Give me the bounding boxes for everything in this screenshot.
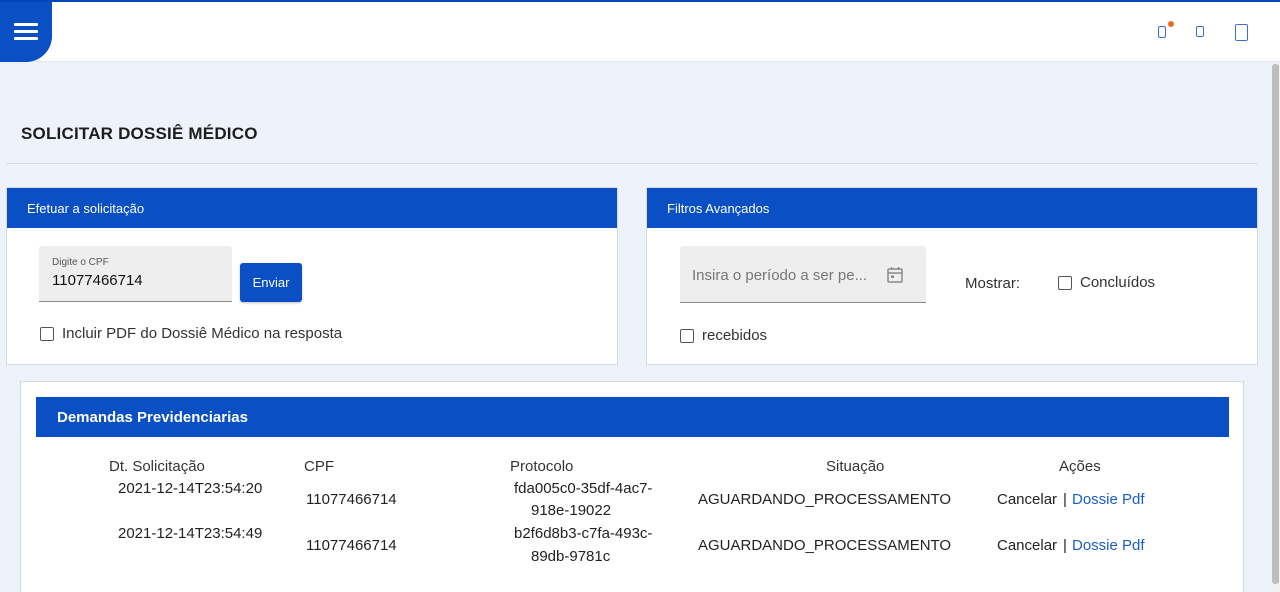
row1-protocol-line1: fda005c0-35df-4ac7- <box>514 480 653 497</box>
row2-status: AGUARDANDO_PROCESSAMENTO <box>698 537 952 554</box>
menu-button[interactable] <box>0 2 52 62</box>
send-button[interactable]: Enviar <box>240 263 302 302</box>
row1-date: 2021-12-14T23:54:20 <box>118 480 263 497</box>
device-icon[interactable] <box>1196 26 1204 37</box>
row1-cpf: 11077466714 <box>306 491 397 508</box>
concluidos-label: Concluídos <box>1080 274 1156 291</box>
column-header-date: Dt. Solicitação <box>109 458 205 475</box>
row2-cancel-link[interactable]: Cancelar <box>997 537 1057 554</box>
row2-cpf: 11077466714 <box>306 537 397 554</box>
row2-dossie-pdf-link[interactable]: Dossie Pdf <box>1072 537 1145 554</box>
scrollbar[interactable] <box>1271 62 1280 592</box>
notifications-icon[interactable] <box>1158 26 1166 38</box>
notification-badge <box>1168 21 1174 27</box>
include-pdf-checkbox[interactable]: Incluir PDF do Dossiê Médico na resposta <box>40 325 342 342</box>
cpf-field[interactable]: Digite o CPF 11077466714 <box>39 246 232 302</box>
hamburger-menu-icon <box>14 23 38 41</box>
column-header-cpf: CPF <box>304 458 334 475</box>
include-pdf-label: Incluir PDF do Dossiê Médico na resposta <box>62 325 343 342</box>
checkbox-box[interactable] <box>1058 275 1072 290</box>
top-bar <box>0 0 1280 62</box>
row1-protocol-line2: 918e-19022 <box>531 502 612 519</box>
row1-dossie-pdf-link[interactable]: Dossie Pdf <box>1072 491 1145 508</box>
column-header-protocol: Protocolo <box>510 458 574 475</box>
column-header-actions: Ações <box>1059 458 1101 475</box>
period-placeholder: Insira o período a ser pe... <box>692 267 868 284</box>
demands-table-header: Demandas Previdenciarias <box>36 397 1229 437</box>
mostrar-label: Mostrar: <box>965 275 1021 292</box>
row1-cancel-link[interactable]: Cancelar <box>997 491 1057 508</box>
filters-card: Filtros Avançados Insira o período a ser… <box>646 187 1258 365</box>
row1-separator: | <box>1063 491 1067 508</box>
cpf-input[interactable]: 11077466714 <box>52 272 143 289</box>
tablet-icon[interactable] <box>1235 24 1248 41</box>
row2-protocol-line1: b2f6d8b3-c7fa-493c- <box>514 525 653 542</box>
recebidos-checkbox[interactable]: recebidos <box>680 327 767 344</box>
scrollbar-thumb[interactable] <box>1272 64 1279 584</box>
demands-table-card: Demandas Previdenciarias Dt. Solicitação… <box>20 381 1244 592</box>
concluidos-checkbox[interactable]: Concluídos <box>1058 274 1155 291</box>
cpf-field-label: Digite o CPF <box>52 257 109 268</box>
checkbox-box[interactable] <box>680 328 694 343</box>
checkbox-box[interactable] <box>40 326 54 341</box>
row1-status: AGUARDANDO_PROCESSAMENTO <box>698 491 952 508</box>
filters-card-header: Filtros Avançados <box>647 188 1257 228</box>
page-title: SOLICITAR DOSSIÊ MÉDICO <box>21 124 258 143</box>
request-card-header: Efetuar a solicitação <box>7 188 617 228</box>
divider <box>6 163 1258 164</box>
calendar-icon[interactable] <box>887 266 903 283</box>
row2-protocol-line2: 89db-9781c <box>531 548 611 565</box>
request-card: Efetuar a solicitação Digite o CPF 11077… <box>6 187 618 365</box>
recebidos-label: recebidos <box>702 327 768 344</box>
row2-date: 2021-12-14T23:54:49 <box>118 525 263 542</box>
row2-separator: | <box>1063 537 1067 554</box>
period-field[interactable]: Insira o período a ser pe... <box>680 246 926 303</box>
column-header-status: Situação <box>826 458 885 475</box>
